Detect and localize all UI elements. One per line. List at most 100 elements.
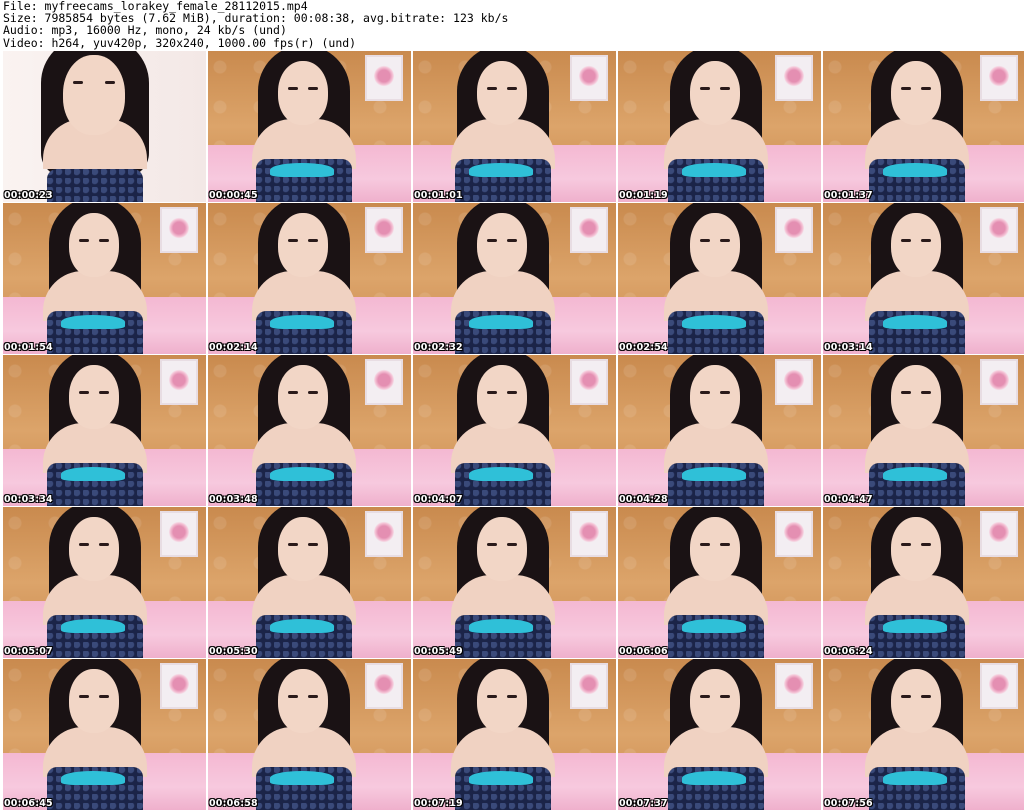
video-thumbnail[interactable]: 00:00:45 bbox=[208, 51, 411, 202]
thumbnail-figure-accent bbox=[60, 315, 125, 329]
video-info-line: Video: h264, yuv420p, 320x240, 1000.00 f… bbox=[3, 35, 357, 50]
thumbnail-figure-accent bbox=[681, 467, 746, 481]
thumbnail-timestamp: 00:03:48 bbox=[209, 494, 258, 505]
thumbnail-figure-accent bbox=[681, 163, 746, 177]
thumbnail-picture-frame bbox=[570, 511, 608, 557]
video-thumbnail[interactable]: 00:07:37 bbox=[618, 659, 821, 810]
thumbnail-timestamp: 00:05:07 bbox=[4, 646, 53, 657]
video-thumbnail[interactable]: 00:00:23 bbox=[3, 51, 206, 202]
video-thumbnail[interactable]: 00:06:58 bbox=[208, 659, 411, 810]
thumbnail-figure-face bbox=[68, 365, 119, 429]
thumbnail-picture-frame bbox=[160, 359, 198, 405]
video-thumbnail[interactable]: 00:04:28 bbox=[618, 355, 821, 506]
thumbnail-figure-face bbox=[277, 365, 328, 429]
video-thumbnail[interactable]: 00:01:54 bbox=[3, 203, 206, 354]
video-thumbnail[interactable]: 00:02:14 bbox=[208, 203, 411, 354]
thumbnail-timestamp: 00:07:37 bbox=[619, 798, 668, 809]
thumbnail-timestamp: 00:02:54 bbox=[619, 342, 668, 353]
thumbnail-picture-frame bbox=[365, 55, 403, 101]
thumbnail-timestamp: 00:01:01 bbox=[414, 190, 463, 201]
thumbnail-picture-frame bbox=[365, 359, 403, 405]
thumbnail-picture-frame bbox=[570, 663, 608, 709]
thumbnail-timestamp: 00:06:45 bbox=[4, 798, 53, 809]
video-thumbnail[interactable]: 00:01:37 bbox=[823, 51, 1024, 202]
video-thumbnail[interactable]: 00:07:56 bbox=[823, 659, 1024, 810]
thumbnail-picture-frame bbox=[980, 663, 1018, 709]
thumbnail-figure-face bbox=[277, 213, 328, 277]
thumbnail-figure-face bbox=[68, 669, 119, 733]
thumbnail-timestamp: 00:02:32 bbox=[414, 342, 463, 353]
thumbnail-figure-accent bbox=[681, 315, 746, 329]
thumbnail-picture-frame bbox=[365, 207, 403, 253]
thumbnail-figure-face bbox=[689, 365, 740, 429]
thumbnail-timestamp: 00:00:45 bbox=[209, 190, 258, 201]
thumbnail-figure-accent bbox=[681, 619, 746, 633]
thumbnail-figure-face bbox=[689, 517, 740, 581]
thumbnail-figure-face bbox=[277, 669, 328, 733]
thumbnail-figure-accent bbox=[269, 315, 334, 329]
thumbnail-timestamp: 00:03:34 bbox=[4, 494, 53, 505]
video-thumbnail[interactable]: 00:02:32 bbox=[413, 203, 616, 354]
thumbnail-picture-frame bbox=[980, 359, 1018, 405]
video-thumbnail[interactable]: 00:06:45 bbox=[3, 659, 206, 810]
thumbnail-grid: 00:00:23 00:00:45 00:01:01 00:01:19 00:01:37… bbox=[3, 51, 1024, 811]
thumbnail-figure-face bbox=[277, 517, 328, 581]
thumbnail-picture-frame bbox=[365, 511, 403, 557]
thumbnail-figure-face bbox=[68, 213, 119, 277]
thumbnail-timestamp: 00:06:58 bbox=[209, 798, 258, 809]
audio-info-line: Audio: mp3, 16000 Hz, mono, 24 kb/s (und… bbox=[3, 23, 287, 38]
thumbnail-timestamp: 00:06:06 bbox=[619, 646, 668, 657]
video-thumbnail[interactable]: 00:04:47 bbox=[823, 355, 1024, 506]
video-thumbnail[interactable]: 00:01:01 bbox=[413, 51, 616, 202]
thumbnail-timestamp: 00:04:07 bbox=[414, 494, 463, 505]
thumbnail-figure-accent bbox=[882, 467, 947, 481]
thumbnail-figure-face bbox=[62, 55, 125, 135]
thumbnail-timestamp: 00:01:19 bbox=[619, 190, 668, 201]
thumbnail-picture-frame bbox=[980, 511, 1018, 557]
thumbnail-figure-face bbox=[277, 61, 328, 125]
thumbnail-figure-face bbox=[476, 517, 527, 581]
thumbnail-picture-frame bbox=[570, 359, 608, 405]
thumbnail-timestamp: 00:04:28 bbox=[619, 494, 668, 505]
thumbnail-figure-face bbox=[890, 213, 941, 277]
video-thumbnail[interactable]: 00:04:07 bbox=[413, 355, 616, 506]
thumbnail-figure-face bbox=[890, 669, 941, 733]
video-thumbnail[interactable]: 00:07:19 bbox=[413, 659, 616, 810]
video-thumbnail[interactable]: 00:05:30 bbox=[208, 507, 411, 658]
thumbnail-figure-accent bbox=[882, 771, 947, 785]
video-thumbnail[interactable]: 00:06:06 bbox=[618, 507, 821, 658]
video-thumbnail[interactable]: 00:01:19 bbox=[618, 51, 821, 202]
video-thumbnail[interactable]: 00:02:54 bbox=[618, 203, 821, 354]
thumbnail-picture-frame bbox=[570, 207, 608, 253]
thumbnail-figure-accent bbox=[269, 163, 334, 177]
thumbnail-picture-frame bbox=[365, 663, 403, 709]
video-thumbnail[interactable]: 00:03:48 bbox=[208, 355, 411, 506]
thumbnail-figure-accent bbox=[468, 619, 533, 633]
thumbnail-figure-accent bbox=[882, 163, 947, 177]
thumbnail-timestamp: 00:02:14 bbox=[209, 342, 258, 353]
thumbnail-picture-frame bbox=[160, 663, 198, 709]
thumbnail-figure-face bbox=[689, 61, 740, 125]
thumbnail-picture-frame bbox=[160, 511, 198, 557]
thumbnail-figure-face bbox=[689, 669, 740, 733]
thumbnail-timestamp: 00:01:54 bbox=[4, 342, 53, 353]
thumbnail-picture-frame bbox=[775, 359, 813, 405]
thumbnail-figure-accent bbox=[882, 619, 947, 633]
thumbnail-picture-frame bbox=[980, 207, 1018, 253]
thumbnail-figure-accent bbox=[681, 771, 746, 785]
thumbnail-figure-face bbox=[68, 517, 119, 581]
thumbnail-figure-accent bbox=[269, 619, 334, 633]
thumbnail-picture-frame bbox=[775, 511, 813, 557]
thumbnail-picture-frame bbox=[775, 663, 813, 709]
thumbnail-figure-face bbox=[476, 61, 527, 125]
thumbnail-figure-face bbox=[476, 365, 527, 429]
video-thumbnail[interactable]: 00:03:14 bbox=[823, 203, 1024, 354]
thumbnail-figure-accent bbox=[468, 315, 533, 329]
thumbnail-figure-accent bbox=[60, 467, 125, 481]
video-thumbnail[interactable]: 00:03:34 bbox=[3, 355, 206, 506]
thumbnail-figure-face bbox=[476, 213, 527, 277]
video-thumbnail[interactable]: 00:05:07 bbox=[3, 507, 206, 658]
video-thumbnail[interactable]: 00:06:24 bbox=[823, 507, 1024, 658]
video-thumbnail[interactable]: 00:05:49 bbox=[413, 507, 616, 658]
thumbnail-timestamp: 00:04:47 bbox=[824, 494, 873, 505]
